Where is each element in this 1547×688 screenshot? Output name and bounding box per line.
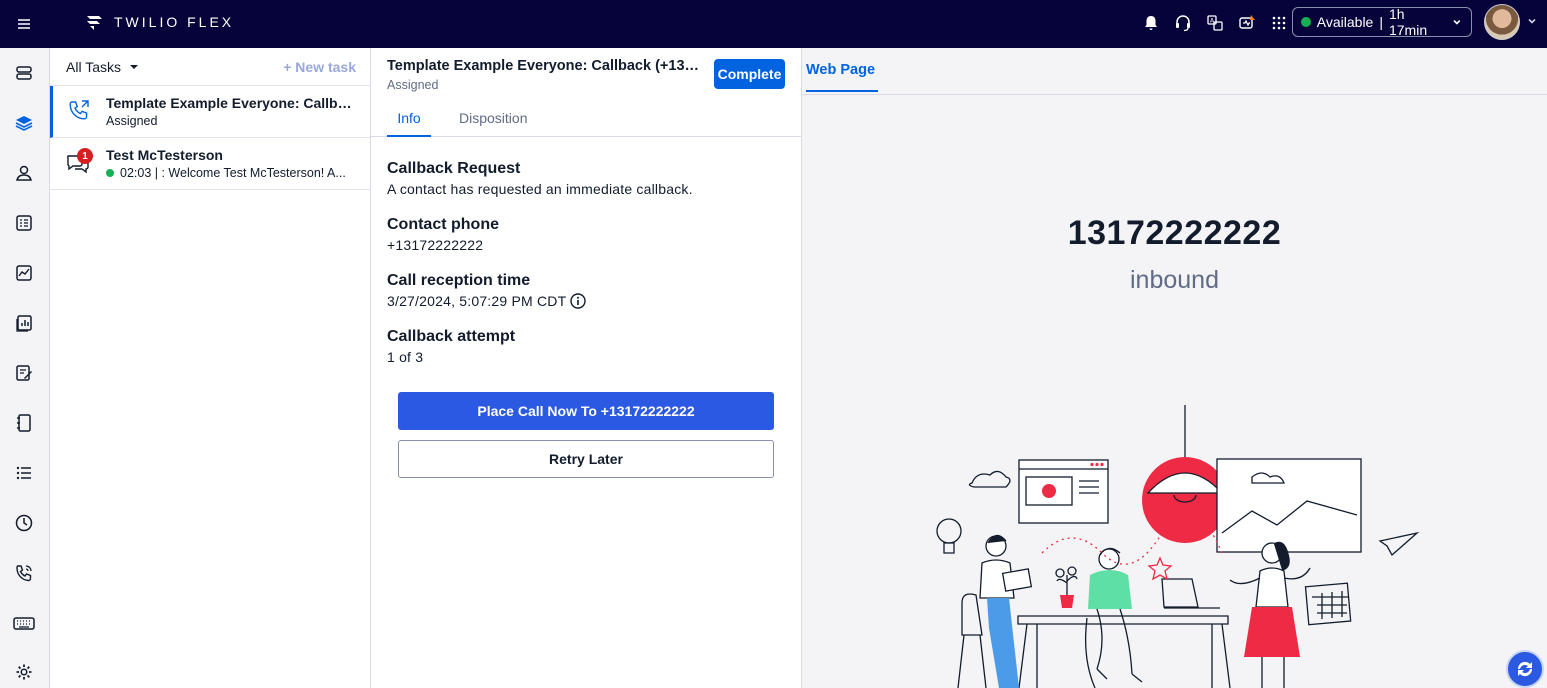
call-direction: inbound [1130, 266, 1219, 294]
field-callback-attempt: Callback attempt 1 of 3 [387, 328, 515, 365]
flex-logo-icon [87, 16, 102, 30]
panel-two-tabs: Web Page [802, 48, 1547, 95]
list-card-icon[interactable] [12, 211, 36, 235]
caret-down-icon [129, 64, 138, 69]
task-canvas-status: Assigned [387, 78, 439, 92]
field-callback-request: Callback Request A contact has requested… [387, 160, 693, 197]
field-value: 3/27/2024, 5:07:29 PM CDT [387, 293, 567, 309]
task-title: Template Example Everyone: Callback (+13… [106, 95, 356, 111]
avatar-chevron-icon[interactable] [1526, 14, 1538, 32]
phone-outgoing-icon [67, 98, 93, 124]
complete-button[interactable]: Complete [714, 59, 785, 89]
place-call-button[interactable]: Place Call Now To +13172222222 [398, 392, 774, 430]
unread-badge: 1 [77, 148, 93, 164]
task-list-icon[interactable] [12, 461, 36, 485]
side-nav [0, 48, 50, 688]
field-value-row: 3/27/2024, 5:07:29 PM CDT [387, 293, 587, 309]
status-dot [1301, 17, 1311, 27]
task-last-message: 02:03 | : Welcome Test McTesterson! A... [120, 166, 346, 180]
menu-icon[interactable] [14, 14, 34, 34]
clock-icon[interactable] [12, 511, 36, 535]
tab-info[interactable]: Info [387, 110, 431, 137]
team-illustration [936, 405, 1420, 688]
headset-icon[interactable] [1172, 12, 1194, 34]
task-canvas-tabs: Info Disposition [371, 102, 802, 137]
bell-icon[interactable] [1140, 12, 1162, 34]
task-item-chat[interactable]: Test McTesterson 02:03 | : Welcome Test … [50, 138, 370, 190]
info-icon[interactable] [570, 293, 587, 309]
top-bar: TWILIO FLEX A Available | 1h 17min [0, 0, 1547, 48]
task-title: Test McTesterson [106, 147, 223, 163]
notification-activity-icon[interactable] [1236, 12, 1258, 34]
apps-grid-icon[interactable] [1268, 12, 1290, 34]
user-avatar[interactable] [1484, 4, 1520, 40]
field-value: 1 of 3 [387, 349, 424, 365]
caller-number: 13172222222 [1067, 214, 1282, 252]
directory-icon[interactable] [12, 411, 36, 435]
chevron-down-icon [1453, 19, 1461, 25]
task-canvas-title: Template Example Everyone: Callback (+13… [387, 58, 702, 74]
task-list-panel: All Tasks + New task Template Example Ev… [50, 48, 371, 688]
tab-disposition[interactable]: Disposition [459, 110, 527, 135]
retry-later-button[interactable]: Retry Later [398, 440, 774, 478]
task-filter-label: All Tasks [66, 58, 121, 75]
status-divider: | [1379, 14, 1383, 30]
status-timer: 1h 17min [1388, 6, 1428, 38]
field-label: Contact phone [387, 216, 499, 233]
task-status: Assigned [106, 114, 158, 128]
task-last-message-row: 02:03 | : Welcome Test McTesterson! A... [106, 166, 356, 180]
tab-web-page[interactable]: Web Page [806, 62, 878, 92]
chart-icon[interactable] [12, 261, 36, 285]
activity-status-dropdown[interactable]: Available | 1h 17min [1292, 6, 1472, 38]
online-status-dot [106, 169, 114, 177]
gear-icon[interactable] [12, 660, 36, 684]
logo-text: TWILIO FLEX [114, 14, 235, 30]
new-task-button[interactable]: + New task [283, 59, 356, 75]
field-label: Call reception time [387, 272, 531, 289]
field-value: +13172222222 [387, 237, 484, 253]
field-label: Callback Request [387, 160, 521, 177]
field-call-reception-time: Call reception time 3/27/2024, 5:07:29 P… [387, 272, 587, 309]
field-label: Callback attempt [387, 328, 516, 345]
task-filter-dropdown[interactable]: All Tasks [66, 59, 139, 75]
reports-icon[interactable] [12, 311, 36, 335]
task-list-header: All Tasks + New task [50, 48, 370, 86]
field-value: A contact has requested an immediate cal… [387, 181, 693, 197]
status-label: Available [1316, 14, 1374, 30]
task-item-callback[interactable]: Template Example Everyone: Callback (+13… [50, 86, 370, 138]
phone-signal-icon[interactable] [12, 561, 36, 585]
field-contact-phone: Contact phone +13172222222 [387, 216, 499, 253]
layers-icon[interactable] [12, 111, 36, 135]
translate-icon[interactable]: A [1204, 12, 1226, 34]
edit-icon[interactable] [12, 361, 36, 385]
panel-two: Web Page 13172222222 inbound [802, 48, 1547, 688]
user-icon[interactable] [12, 161, 36, 185]
task-canvas: Template Example Everyone: Callback (+13… [371, 48, 802, 688]
queues-icon[interactable] [12, 61, 36, 85]
refresh-icon[interactable] [1506, 650, 1544, 688]
keyboard-icon[interactable] [12, 611, 36, 635]
app-logo: TWILIO FLEX [86, 13, 234, 31]
